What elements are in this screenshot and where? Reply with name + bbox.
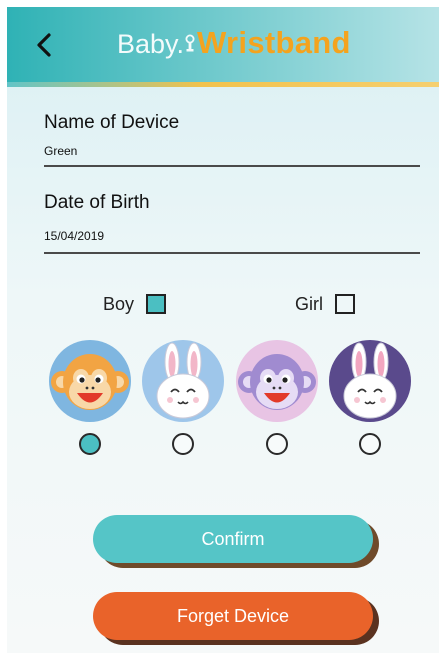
birth-date-label: Date of Birth bbox=[44, 192, 150, 213]
avatar-bunny-boy[interactable] bbox=[142, 340, 224, 422]
confirm-button[interactable]: Confirm bbox=[93, 515, 373, 563]
header-accent-line bbox=[7, 82, 439, 87]
device-name-label: Name of Device bbox=[44, 112, 180, 133]
back-button[interactable] bbox=[29, 27, 59, 63]
avatar-radio-2[interactable] bbox=[172, 433, 194, 455]
avatar-bunny-girl[interactable] bbox=[329, 340, 411, 422]
avatar-monkey-boy[interactable] bbox=[49, 340, 131, 422]
confirm-button-label: Confirm bbox=[201, 528, 265, 549]
device-name-underline bbox=[44, 165, 420, 167]
header-bar: Baby. Wristband bbox=[7, 7, 439, 82]
brand-prefix: Baby. bbox=[117, 29, 185, 59]
girl-label: Girl bbox=[295, 293, 323, 314]
app-screen: Baby. Wristband Name of Device Green Dat… bbox=[7, 7, 439, 653]
avatar-monkey-girl[interactable] bbox=[236, 340, 318, 422]
boy-label: Boy bbox=[103, 293, 135, 314]
girl-checkbox[interactable] bbox=[335, 294, 355, 314]
app-brand: Baby. Wristband bbox=[117, 25, 351, 65]
bunny-icon bbox=[156, 342, 210, 419]
birth-date-underline bbox=[44, 252, 420, 254]
pacifier-icon bbox=[185, 34, 195, 52]
birth-date-field[interactable]: 15/04/2019 bbox=[44, 229, 104, 243]
avatar-radio-1[interactable] bbox=[79, 433, 101, 455]
monkey-icon bbox=[238, 354, 316, 410]
avatar-radio-3[interactable] bbox=[266, 433, 288, 455]
forget-device-button-label: Forget Device bbox=[176, 605, 290, 626]
bunny-icon bbox=[343, 342, 397, 419]
forget-device-button[interactable]: Forget Device bbox=[93, 592, 373, 640]
monkey-icon bbox=[51, 354, 129, 410]
avatar-radio-4[interactable] bbox=[359, 433, 381, 455]
boy-checkbox[interactable] bbox=[146, 294, 167, 314]
boy-option: Boy bbox=[103, 291, 167, 317]
brand-suffix: Wristband bbox=[197, 25, 351, 60]
chevron-left-icon bbox=[37, 33, 51, 57]
girl-option: Girl bbox=[295, 291, 355, 317]
device-name-field[interactable]: Green bbox=[44, 144, 77, 158]
